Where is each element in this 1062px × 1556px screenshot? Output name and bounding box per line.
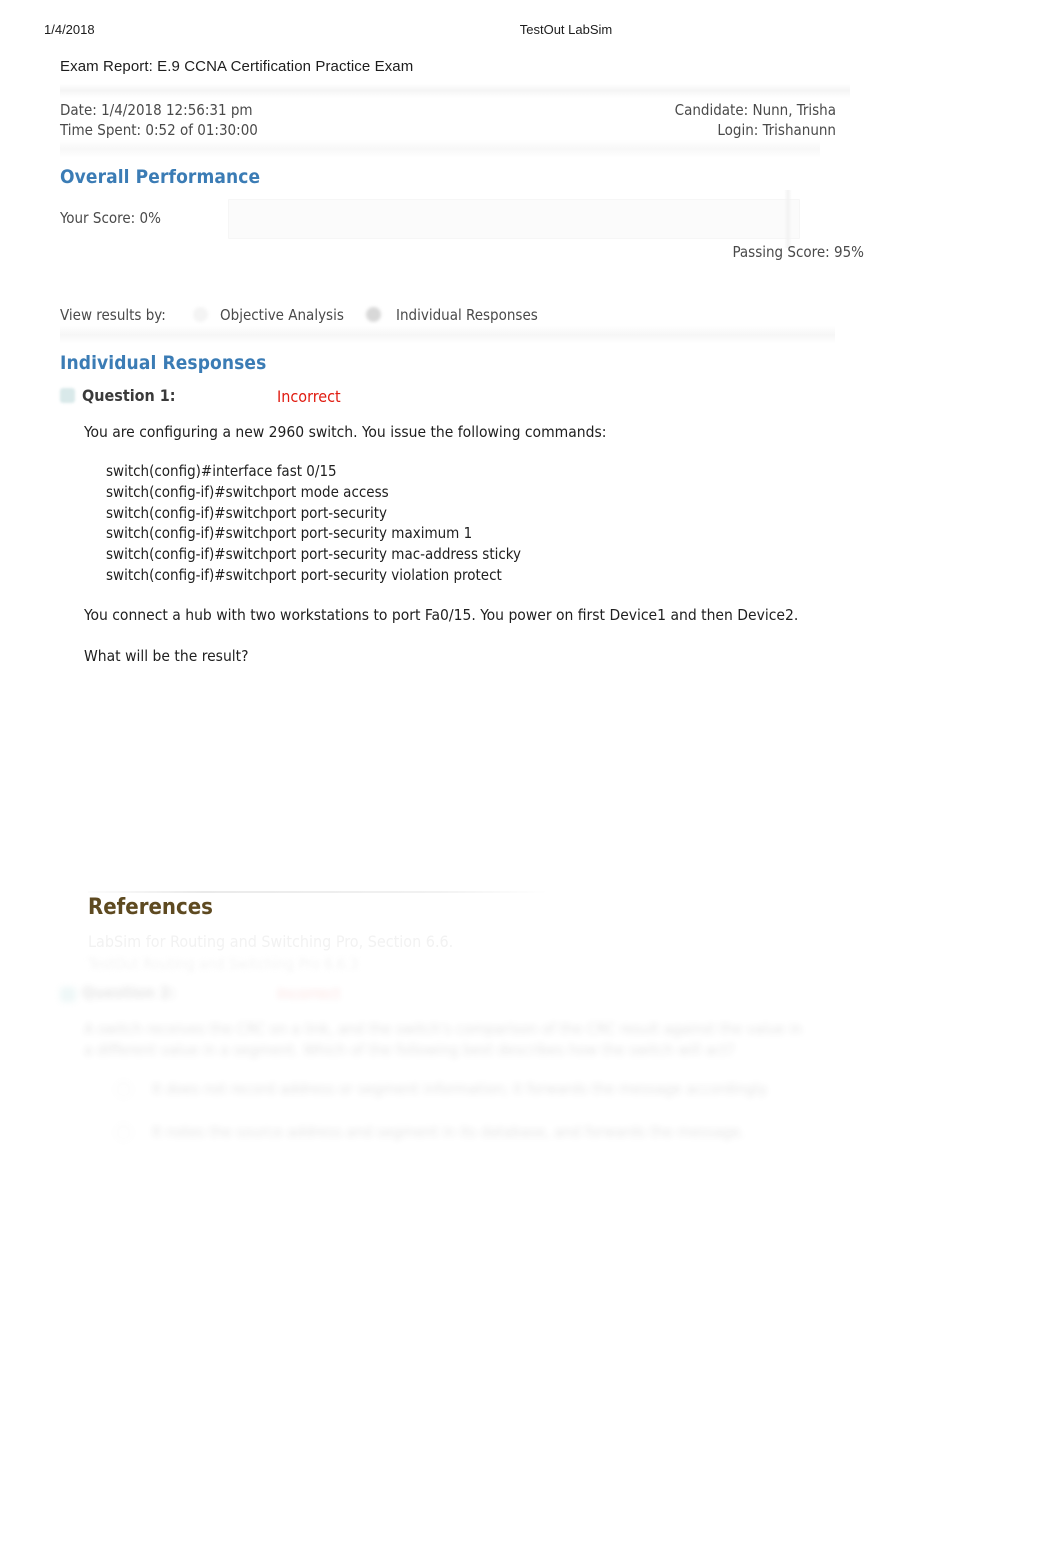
question-label: Question 1: — [82, 386, 176, 405]
list-item: It does not record address or segment in… — [110, 1079, 810, 1100]
label-objective-analysis[interactable]: Objective Analysis — [220, 306, 344, 324]
passing-score-marker — [784, 190, 792, 248]
candidate-name: Candidate: Nunn, Trisha — [674, 101, 836, 119]
decorative-band-viewby — [60, 326, 835, 344]
question-status-icon — [60, 388, 75, 403]
individual-responses-heading: Individual Responses — [60, 352, 267, 374]
exam-date: Date: 1/4/2018 12:56:31 pm — [60, 101, 253, 119]
report-meta: Date: 1/4/2018 12:56:31 pm Candidate: Nu… — [60, 100, 836, 140]
radio-individual-responses[interactable] — [366, 307, 381, 322]
question-scenario: You connect a hub with two workstations … — [84, 605, 799, 624]
references-divider — [88, 891, 548, 893]
app-title: TestOut LabSim — [519, 22, 613, 37]
list-item: It notes the source address and segment … — [110, 1122, 810, 1143]
command-block: switch(config)#interface fast 0/15 switc… — [106, 462, 522, 584]
time-spent: Time Spent: 0:52 of 01:30:00 — [60, 121, 258, 139]
meta-row-time: Time Spent: 0:52 of 01:30:00 Login: Tris… — [60, 120, 836, 140]
references-heading: References — [88, 895, 213, 920]
reference-item-1: LabSim for Routing and Switching Pro, Se… — [88, 932, 454, 951]
next-question-faded: Question 2: Incorrect A switch receives … — [0, 975, 1000, 1185]
reference-item-2: TestOut Routing and Switching Pro 6.6.3 — [88, 955, 359, 973]
print-header: 1/4/2018 TestOut LabSim — [0, 22, 1062, 44]
meta-row-date: Date: 1/4/2018 12:56:31 pm Candidate: Nu… — [60, 100, 836, 120]
decorative-band-top — [60, 84, 850, 98]
next-question-paragraph: A switch receives the CRC on a link, and… — [84, 1020, 803, 1059]
status-badge: Incorrect — [277, 387, 341, 406]
login-name: Login: Trishanunn — [717, 121, 836, 139]
next-question-status-badge: Incorrect — [277, 984, 341, 1003]
next-question-options: It does not record address or segment in… — [110, 1079, 810, 1165]
your-score-label: Your Score: 0% — [60, 209, 161, 227]
question-body: You are configuring a new 2960 switch. Y… — [84, 422, 804, 667]
next-question-label: Question 2: — [82, 983, 176, 1002]
radio-objective-analysis[interactable] — [193, 307, 208, 322]
score-progress-bar — [228, 199, 800, 239]
passing-score-label: Passing Score: 95% — [732, 243, 864, 261]
decorative-band-meta — [60, 140, 820, 158]
question-intro: You are configuring a new 2960 switch. Y… — [84, 423, 607, 441]
view-results-by-label: View results by: — [60, 306, 166, 324]
label-individual-responses[interactable]: Individual Responses — [396, 306, 538, 324]
next-question-status-icon — [60, 987, 76, 1002]
question-prompt: What will be the result? — [84, 646, 249, 665]
overall-performance-heading: Overall Performance — [60, 166, 261, 188]
page-title: Exam Report: E.9 CCNA Certification Prac… — [60, 58, 414, 75]
